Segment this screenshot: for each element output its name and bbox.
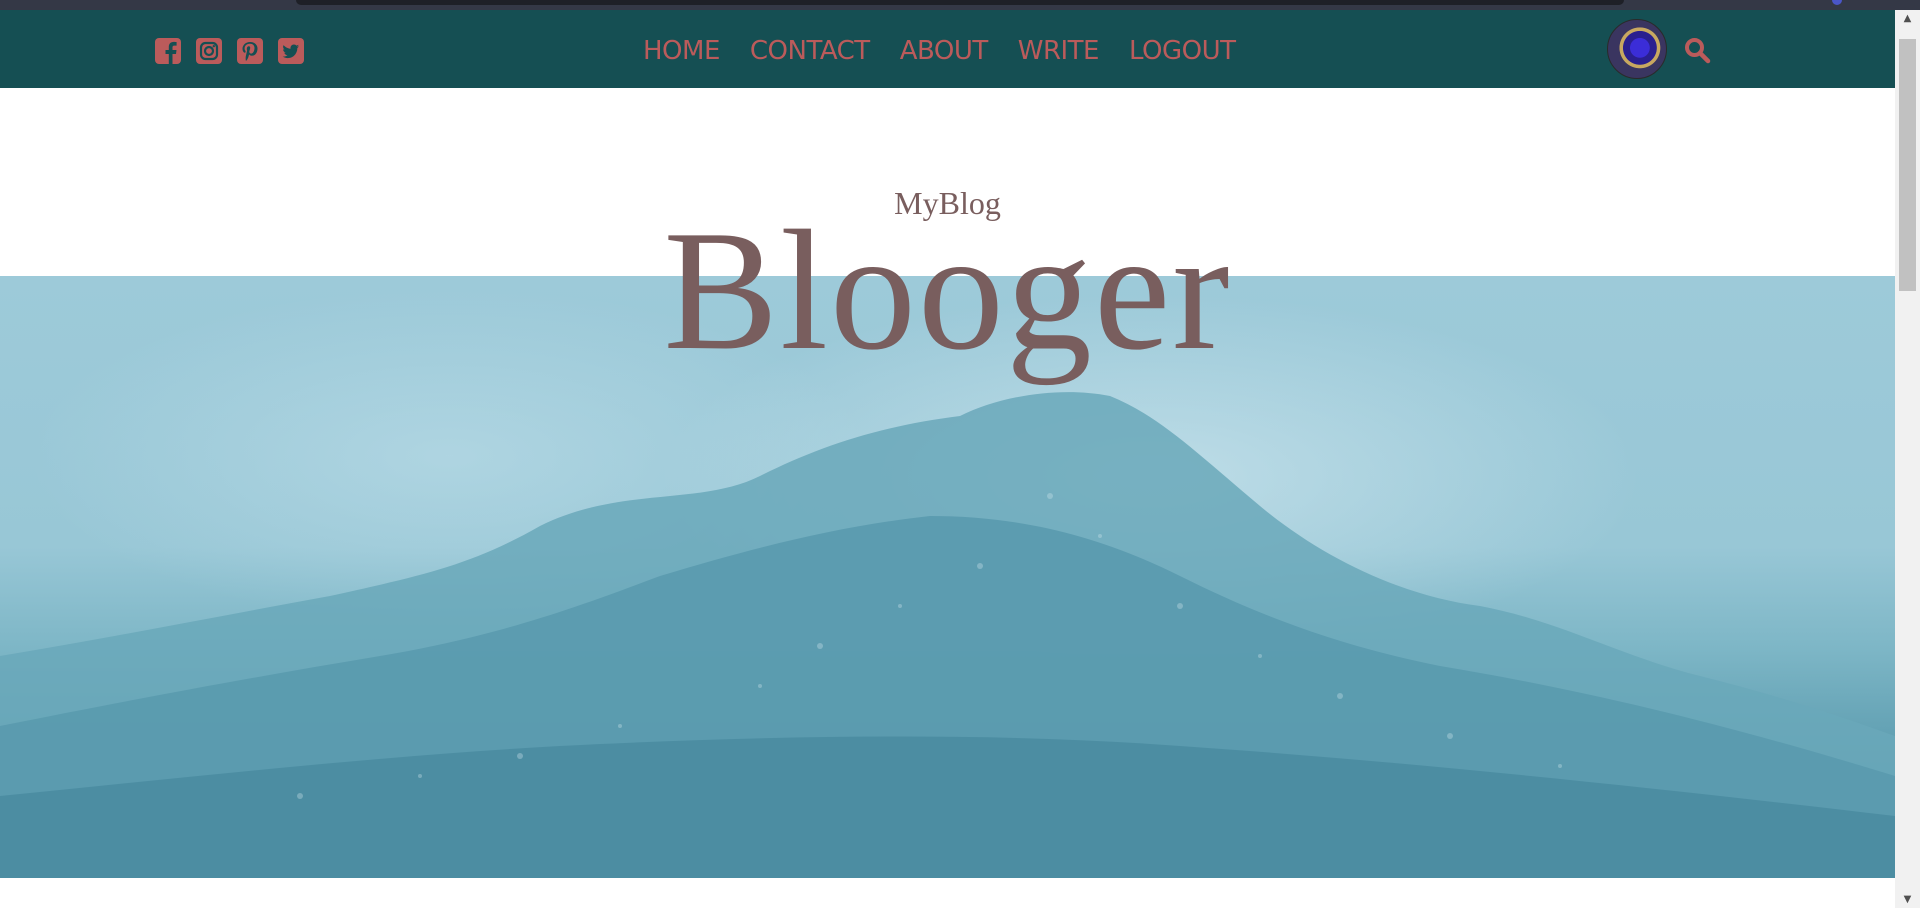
nav-home[interactable]: HOME [643, 36, 720, 66]
top-navbar: HOME CONTACT ABOUT WRITE LOGOUT [0, 10, 1895, 88]
main-nav: HOME CONTACT ABOUT WRITE LOGOUT [643, 36, 1236, 66]
twitter-icon[interactable] [277, 37, 305, 65]
facebook-icon[interactable] [154, 37, 182, 65]
browser-url-bar[interactable] [296, 0, 1624, 5]
page-scrollbar[interactable]: ▲ ▼ [1895, 10, 1920, 908]
posts-area [0, 878, 1895, 908]
nav-logout[interactable]: LOGOUT [1129, 36, 1236, 66]
browser-top-bar [0, 0, 1920, 10]
scroll-down-arrow-icon[interactable]: ▼ [1895, 891, 1920, 908]
search-icon[interactable] [1683, 36, 1711, 64]
pinterest-icon[interactable] [236, 37, 264, 65]
nav-contact[interactable]: CONTACT [750, 36, 870, 66]
social-links [154, 37, 305, 65]
nav-about[interactable]: ABOUT [900, 36, 989, 66]
blog-title: Blooger [663, 196, 1232, 386]
user-avatar[interactable] [1607, 19, 1667, 79]
nav-write[interactable]: WRITE [1018, 36, 1100, 66]
instagram-icon[interactable] [195, 37, 223, 65]
scroll-thumb[interactable] [1899, 39, 1916, 291]
page: MyBlog Blooger HOME CONTACT ABOUT WRITE … [0, 10, 1895, 908]
extension-icon[interactable] [1832, 0, 1842, 5]
scroll-up-arrow-icon[interactable]: ▲ [1895, 10, 1920, 27]
